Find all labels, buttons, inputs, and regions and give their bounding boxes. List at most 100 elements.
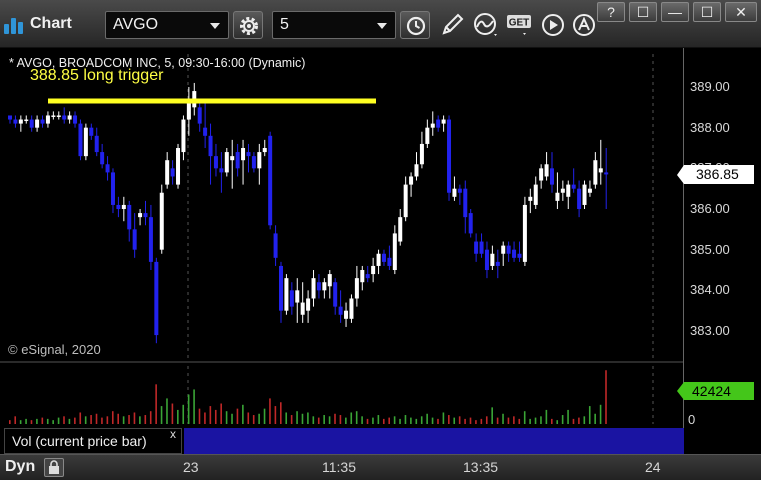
candle-body [349,298,354,319]
volume-bar [280,402,282,424]
candle-body [447,119,452,193]
volume-bar [523,411,526,424]
candle-body [143,213,148,218]
candle-body [409,176,414,185]
pencil-icon [442,13,464,35]
close-button[interactable]: ✕ [725,2,757,22]
chevron-down-icon[interactable] [377,23,387,29]
volume-bar [128,415,130,424]
clock-icon [406,16,426,36]
play-icon [542,14,564,36]
study-curve-icon [474,13,497,36]
candle-body [89,127,94,136]
interval-settings-button[interactable] [400,11,430,39]
candle-body [73,115,78,124]
volume-bar [491,407,493,424]
lock-icon[interactable] [44,458,64,477]
volume-bar [507,417,510,424]
volume-bar [399,418,401,424]
volume-zero-label: 0 [688,412,696,427]
interval-value: 5 [280,16,289,33]
minimize-button[interactable]: — [661,2,689,22]
volume-bar [187,394,190,424]
maximize-button[interactable]: ☐ [693,2,721,22]
volume-bar [79,412,82,424]
volume-bar [372,417,374,424]
draw-tool-button[interactable] [439,12,467,38]
volume-bar [14,416,17,424]
candle-body [241,148,246,161]
volume-bar [25,418,27,424]
volume-bar [74,417,76,424]
volume-bar [41,417,44,424]
candle-body [40,119,45,124]
candle-body [430,123,435,128]
volume-bar [269,398,271,424]
help-button[interactable]: ? [597,2,625,22]
volume-bar [551,418,553,424]
volume-bar [393,416,396,424]
restore-inner-button[interactable]: ☐ [629,2,657,22]
candle-body [311,278,316,299]
volume-bar [567,409,569,424]
volume-bar [63,416,65,424]
volume-bar [285,412,288,424]
candle-body [208,135,213,157]
candle-body [365,274,370,279]
symbol-value: AVGO [113,16,159,33]
volume-study-bar[interactable] [184,428,684,454]
volume-bar [556,420,559,424]
interval-combobox[interactable]: 5 [272,11,396,39]
volume-bar [377,415,380,424]
volume-bar [46,418,49,424]
volume-close-icon[interactable]: x [170,427,176,441]
candle-body [506,245,511,254]
volume-bar [448,415,450,424]
symbol-combobox[interactable]: AVGO [105,11,229,39]
volume-bar [502,413,504,424]
candle-body [322,282,327,291]
volume-bar [149,411,152,424]
volume-bar [90,415,92,424]
studies-button[interactable] [472,12,500,38]
volume-bar [204,412,206,424]
candle-body [148,217,153,262]
volume-bar [307,412,309,424]
price-tick-label: 388.00 [690,119,730,135]
candle-body [138,213,143,218]
volume-bar [225,411,228,424]
candle-body [181,119,186,153]
volume-bar [529,418,531,424]
candle-body [392,233,397,271]
candle-body [512,249,517,258]
symbol-settings-button[interactable] [233,11,263,39]
volume-bar [122,416,125,424]
volume-bar [117,413,119,424]
candle-body [539,168,544,181]
volume-bar [404,415,407,424]
candle-body [230,156,235,161]
volume-bar [30,420,33,424]
trigger-annotation-label[interactable]: 388.85 long trigger [30,67,163,85]
chart-area[interactable]: * AVGO, BROADCOM INC, 5, 09:30-16:00 (Dy… [0,48,761,454]
dynamic-mode-label[interactable]: Dyn [5,458,35,476]
chevron-down-icon[interactable] [210,23,220,29]
volume-bar [382,418,385,424]
volume-bar [36,418,38,424]
volume-bar [534,417,537,424]
candle-body [159,192,164,250]
play-button[interactable] [540,12,568,38]
price-chart[interactable] [0,48,684,428]
price-tick-label: 386.00 [690,201,730,216]
volume-bar [355,411,358,424]
candle-body [316,282,321,291]
candle-body [495,261,500,266]
get-button[interactable]: GET [505,12,533,38]
alert-button[interactable] [571,12,599,38]
volume-bar [540,416,542,424]
volume-bar [426,413,428,424]
last-price-marker: 386.85 [677,165,754,184]
volume-legend[interactable]: Vol (current price bar) [4,428,182,454]
volume-bar [193,389,195,424]
volume-bar [252,415,255,424]
